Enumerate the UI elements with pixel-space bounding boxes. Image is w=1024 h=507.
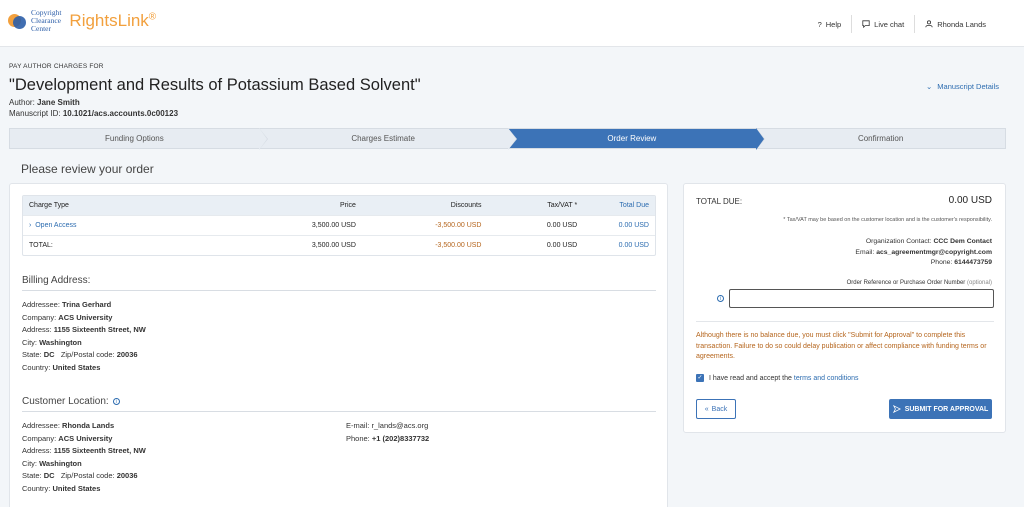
accept-terms-checkbox[interactable]: ✓: [696, 374, 704, 382]
step-order-review: Order Review: [507, 128, 766, 150]
manuscript-id-line: Manuscript ID: 10.1021/acs.accounts.0c00…: [9, 109, 179, 118]
double-chevron-left-icon: «: [704, 405, 709, 413]
chevron-right-icon: ›: [29, 222, 32, 229]
live-chat-link[interactable]: Live chat: [852, 15, 914, 33]
top-nav: ? Help Live chat Rhonda Lands: [808, 15, 996, 33]
submit-for-approval-button[interactable]: SUBMIT FOR APPROVAL: [889, 399, 992, 419]
rightslink-brand: RightsLink®: [69, 11, 157, 30]
back-button[interactable]: « Back: [696, 399, 736, 419]
manuscript-details-toggle[interactable]: ⌄ Manuscript Details: [926, 82, 999, 91]
review-heading: Please review your order: [21, 162, 154, 176]
help-link[interactable]: ? Help: [808, 15, 852, 33]
info-icon[interactable]: i: [717, 295, 724, 302]
info-icon[interactable]: i: [112, 398, 120, 405]
pay-label: PAY AUTHOR CHARGES FOR: [9, 63, 104, 70]
billing-address-title: Billing Address:: [22, 275, 656, 291]
approval-warning: Although there is no balance due, you mu…: [696, 332, 987, 360]
user-icon: [925, 20, 933, 28]
order-summary-panel: TOTAL DUE: 0.00 USD * Tax/VAT may be bas…: [683, 183, 1006, 433]
send-icon: [892, 405, 901, 413]
charges-table: Charge Type Price Discounts Tax/VAT * To…: [22, 195, 656, 256]
billing-address: Addressee: Trina Gerhard Company: ACS Un…: [22, 300, 146, 372]
tax-note: * Tax/VAT may be based on the customer l…: [783, 217, 992, 223]
author-line: Author: Jane Smith: [9, 98, 80, 107]
customer-address: Addressee: Rhonda Lands Company: ACS Uni…: [22, 421, 146, 493]
purchase-order-input[interactable]: [729, 289, 994, 308]
po-label: Order Reference or Purchase Order Number…: [846, 280, 992, 286]
customer-location-title: Customer Location: i: [22, 396, 656, 412]
chat-icon: [862, 20, 870, 28]
table-total-row: TOTAL: 3,500.00 USD -3,500.00 USD 0.00 U…: [23, 235, 655, 255]
total-due-label: TOTAL DUE:: [696, 197, 743, 206]
ccc-logo[interactable]: Copyright Clearance Center RightsLink®: [8, 9, 156, 33]
terms-link[interactable]: terms and conditions: [794, 375, 859, 382]
table-header: Charge Type Price Discounts Tax/VAT * To…: [23, 196, 655, 215]
customer-contact: E-mail: r_lands@acs.org Phone: +1 (202)8…: [346, 421, 430, 443]
help-icon: ?: [817, 19, 822, 29]
top-bar: Copyright Clearance Center RightsLink® ?…: [0, 0, 1024, 47]
organization-contact: Organization Contact: CCC Dem Contact Em…: [855, 238, 992, 266]
step-charges-estimate: Charges Estimate: [259, 128, 517, 150]
step-confirmation: Confirmation: [857, 134, 904, 143]
progress-stepper: Funding Options Charges Estimate Order R…: [9, 128, 1006, 150]
total-due-value: 0.00 USD: [948, 195, 992, 206]
manuscript-title: "Development and Results of Potassium Ba…: [9, 76, 421, 94]
user-menu[interactable]: Rhonda Lands: [915, 15, 996, 33]
order-details-panel: Charge Type Price Discounts Tax/VAT * To…: [9, 183, 668, 507]
chevron-down-icon: ⌄: [926, 82, 933, 91]
step-funding-options: Funding Options: [10, 128, 268, 150]
ccc-logo-text: Copyright Clearance Center: [31, 8, 62, 33]
accept-terms: ✓ I have read and accept the terms and c…: [696, 374, 859, 382]
table-row[interactable]: › Open Access 3,500.00 USD -3,500.00 USD…: [23, 215, 655, 235]
ccc-logo-icon: [8, 10, 28, 32]
